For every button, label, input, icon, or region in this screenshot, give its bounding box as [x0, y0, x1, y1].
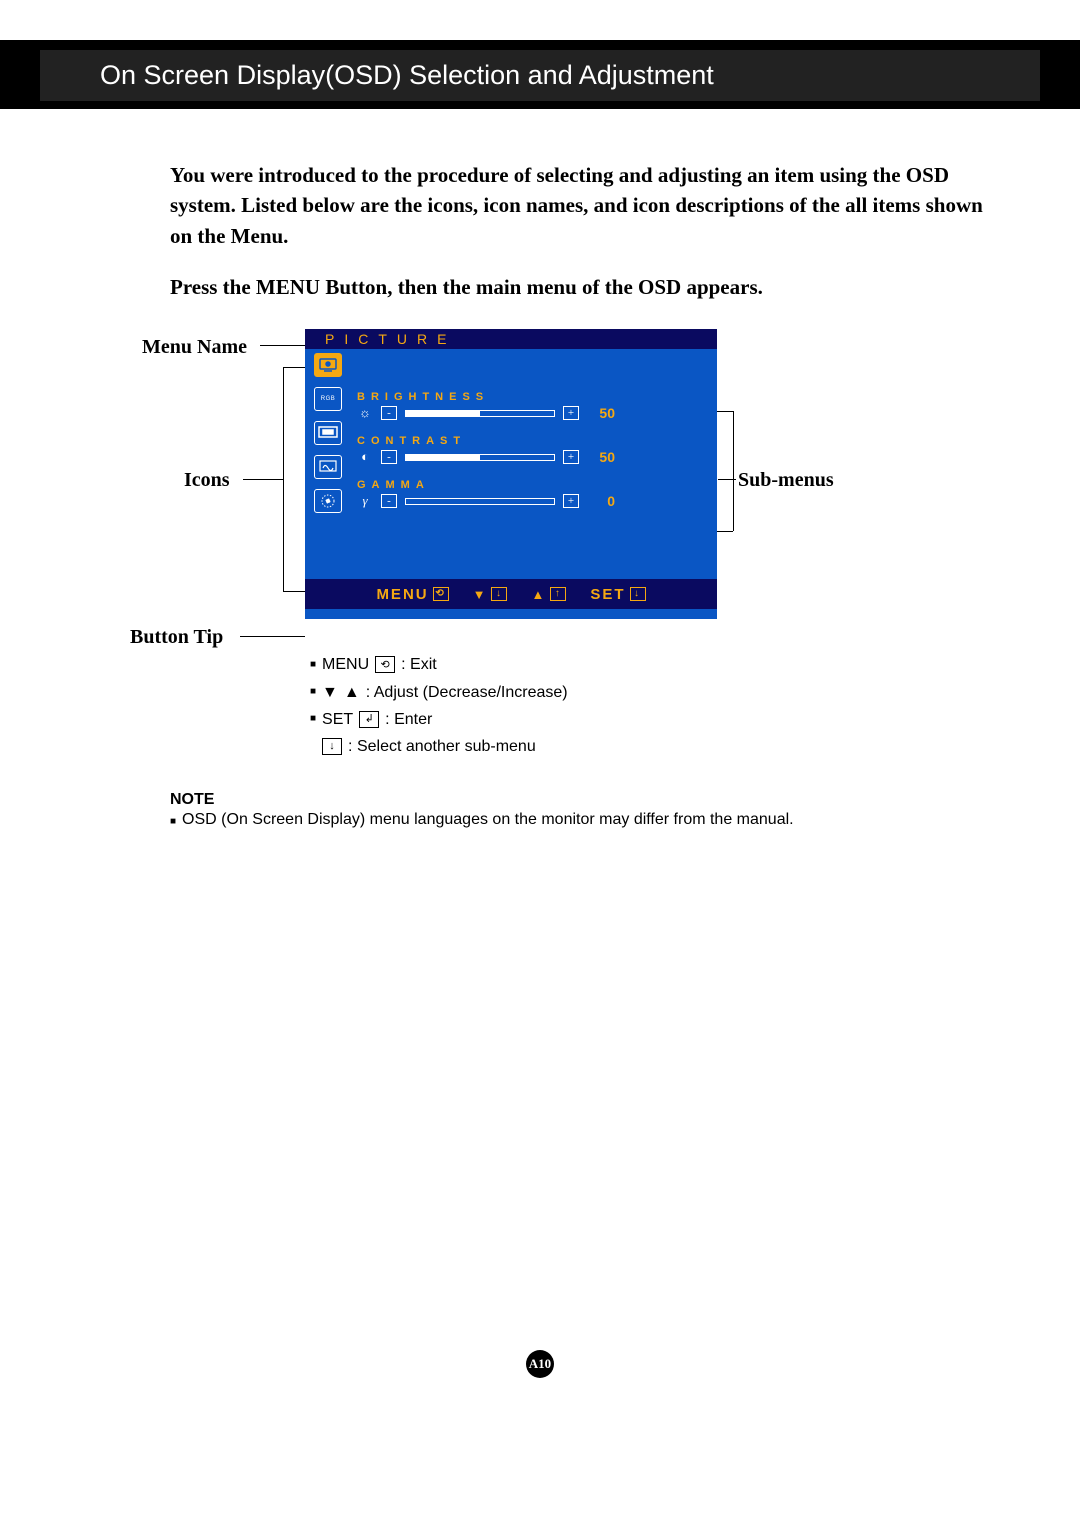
page-title: On Screen Display(OSD) Selection and Adj… — [40, 50, 1040, 101]
label-button-tip: Button Tip — [130, 626, 223, 649]
note-text: OSD (On Screen Display) menu languages o… — [182, 811, 794, 829]
tip-set-word: SET — [322, 706, 353, 733]
osd-diagram: Menu Name Icons Button Tip Sub-menus PIC… — [160, 321, 990, 761]
exit-icon: ⟲ — [433, 587, 449, 601]
contrast-label: CONTRAST — [357, 435, 711, 447]
tip-select: : Select another sub-menu — [348, 733, 536, 760]
tracking-icon[interactable] — [314, 421, 342, 445]
note-title: NOTE — [170, 791, 990, 809]
box-up-icon: ↑ — [550, 587, 566, 601]
minus-button[interactable]: - — [381, 494, 397, 508]
flatron-icon[interactable] — [314, 489, 342, 513]
intro-paragraph-1: You were introduced to the procedure of … — [170, 160, 990, 251]
osd-title: PICTURE — [305, 329, 717, 349]
brightness-value: 50 — [587, 405, 615, 421]
label-sub-menus: Sub-menus — [738, 469, 834, 492]
exit-icon: ⟲ — [375, 656, 395, 673]
gamma-slider[interactable] — [405, 498, 555, 505]
contrast-value: 50 — [587, 449, 615, 465]
brightness-glyph-icon: ☼ — [357, 405, 373, 421]
submenu-gamma[interactable]: GAMMA γ - + 0 — [357, 479, 711, 509]
submenu-brightness[interactable]: BRIGHTNESS ☼ - + 50 — [357, 391, 711, 421]
brightness-slider[interactable] — [405, 410, 555, 417]
label-menu-name: Menu Name — [142, 336, 247, 359]
intro-paragraph-2: Press the MENU Button, then the main men… — [170, 275, 990, 300]
triangle-up-icon: ▲ — [344, 679, 360, 706]
picture-icon[interactable] — [314, 353, 342, 377]
tip-menu-word: MENU — [322, 651, 369, 678]
brightness-label: BRIGHTNESS — [357, 391, 711, 403]
setup-icon[interactable] — [314, 455, 342, 479]
box-down-icon: ↓ — [491, 587, 507, 601]
footer-set-label: SET — [590, 586, 625, 603]
label-icons: Icons — [184, 469, 230, 492]
enter-icon: ↲ — [359, 711, 379, 728]
gamma-label: GAMMA — [357, 479, 711, 491]
osd-icon-column: RGB — [305, 349, 351, 579]
down-arrow-icon: ↓ — [322, 738, 342, 755]
gamma-value: 0 — [587, 493, 615, 509]
tip-exit: : Exit — [401, 651, 437, 678]
contrast-glyph-icon: ◐ — [357, 449, 373, 465]
triangle-up-icon: ▲ — [531, 587, 546, 602]
osd-footer-row: MENU ⟲ ▼ ↓ ▲ ↑ SET ↓ — [305, 579, 717, 609]
plus-button[interactable]: + — [563, 406, 579, 420]
enter-box-icon: ↓ — [630, 587, 646, 601]
button-tips: ■ MENU ⟲ : Exit ■ ▼ ▲ : Adjust (Decrease… — [310, 651, 568, 760]
tip-adjust: : Adjust (Decrease/Increase) — [366, 679, 568, 706]
plus-button[interactable]: + — [563, 450, 579, 464]
footer-menu-label: MENU — [376, 586, 428, 603]
tip-enter: : Enter — [385, 706, 432, 733]
page-number: A10 — [526, 1350, 554, 1378]
submenu-contrast[interactable]: CONTRAST ◐ - + 50 — [357, 435, 711, 465]
triangle-down-icon: ▼ — [322, 679, 338, 706]
contrast-slider[interactable] — [405, 454, 555, 461]
gamma-glyph-icon: γ — [357, 493, 373, 509]
minus-button[interactable]: - — [381, 406, 397, 420]
triangle-down-icon: ▼ — [473, 587, 488, 602]
plus-button[interactable]: + — [563, 494, 579, 508]
osd-panel: PICTURE RGB — [305, 329, 717, 619]
osd-submenu-list: BRIGHTNESS ☼ - + 50 CONTRAST ◐ — [351, 349, 717, 579]
minus-button[interactable]: - — [381, 450, 397, 464]
color-icon[interactable]: RGB — [314, 387, 342, 411]
